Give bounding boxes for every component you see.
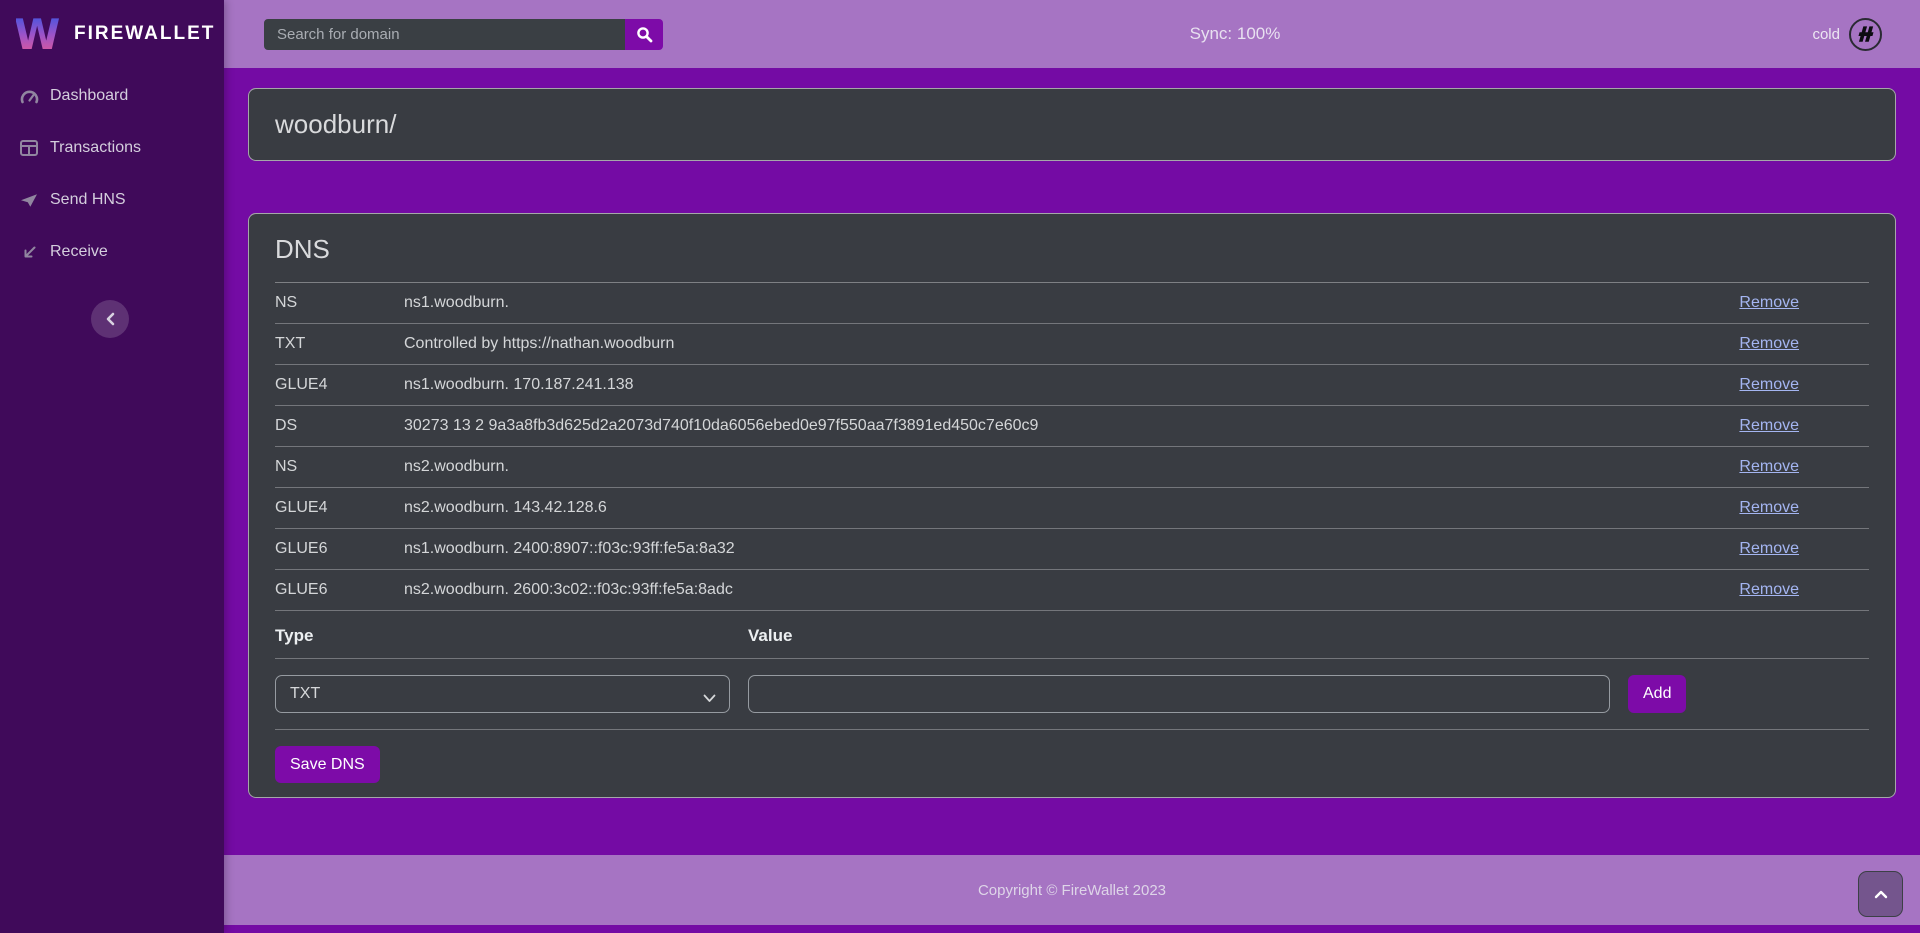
send-icon <box>18 193 40 208</box>
remove-record-link[interactable]: Remove <box>1739 540 1799 557</box>
value-column-header: Value <box>748 626 792 646</box>
dns-record-row: TXT Controlled by https://nathan.woodbur… <box>275 324 1869 365</box>
record-value-input[interactable] <box>748 675 1610 713</box>
dns-record-row: DS 30273 13 2 9a3a8fb3d625d2a2073d740f10… <box>275 406 1869 447</box>
handshake-logo-icon[interactable] <box>1849 18 1882 51</box>
sidebar-item-send-hns[interactable]: Send HNS <box>0 174 224 226</box>
record-type: TXT <box>275 335 404 353</box>
sidebar-item-label: Dashboard <box>50 87 128 105</box>
add-record-button[interactable]: Add <box>1628 675 1686 713</box>
main-area: Sync: 100% cold <box>224 0 1920 933</box>
brand-name: FIREWALLET <box>74 23 215 45</box>
dns-record-row: NS ns1.woodburn. Remove <box>275 283 1869 324</box>
sidebar-collapse-button[interactable] <box>91 300 129 338</box>
remove-record-link[interactable]: Remove <box>1739 499 1799 516</box>
copyright-text: Copyright © FireWallet 2023 <box>978 882 1166 899</box>
add-record-form: TXT Add <box>275 659 1869 730</box>
record-value: ns1.woodburn. 2400:8907::f03c:93ff:fe5a:… <box>404 540 1659 558</box>
record-type: GLUE4 <box>275 499 404 517</box>
sidebar-item-transactions[interactable]: Transactions <box>0 122 224 174</box>
sync-status: Sync: 100% <box>1190 24 1281 44</box>
wallet-name: cold <box>1812 26 1840 43</box>
record-type: GLUE6 <box>275 581 404 599</box>
remove-record-link[interactable]: Remove <box>1739 335 1799 352</box>
record-value: ns2.woodburn. 143.42.128.6 <box>404 499 1659 517</box>
dns-records-table: NS ns1.woodburn. Remove TXT Controlled b… <box>275 283 1869 611</box>
receive-arrow-icon <box>18 245 40 260</box>
remove-record-link[interactable]: Remove <box>1739 294 1799 311</box>
footer: Copyright © FireWallet 2023 <box>224 855 1920 925</box>
dns-section-title: DNS <box>275 234 1869 283</box>
record-value: ns1.woodburn. <box>404 294 1659 312</box>
sidebar: W FIREWALLET Dashboard <box>0 0 224 933</box>
add-record-header: Type Value <box>275 611 1869 659</box>
sidebar-item-dashboard[interactable]: Dashboard <box>0 70 224 122</box>
sidebar-item-label: Transactions <box>50 139 141 157</box>
record-value: ns1.woodburn. 170.187.241.138 <box>404 376 1659 394</box>
gauge-icon <box>18 88 40 105</box>
firewallet-logo-icon: W <box>16 13 62 55</box>
record-value: Controlled by https://nathan.woodburn <box>404 335 1659 353</box>
table-icon <box>18 140 40 156</box>
scroll-to-top-button[interactable] <box>1858 871 1903 917</box>
dns-record-row: GLUE6 ns2.woodburn. 2600:3c02::f03c:93ff… <box>275 570 1869 611</box>
svg-text:W: W <box>16 13 60 55</box>
record-type: NS <box>275 458 404 476</box>
sidebar-item-receive[interactable]: Receive <box>0 226 224 278</box>
record-value: 30273 13 2 9a3a8fb3d625d2a2073d740f10da6… <box>404 417 1659 435</box>
record-value: ns2.woodburn. 2600:3c02::f03c:93ff:fe5a:… <box>404 581 1659 599</box>
brand[interactable]: W FIREWALLET <box>0 0 224 68</box>
domain-search <box>264 19 663 50</box>
domain-name: woodburn/ <box>275 109 396 140</box>
record-value: ns2.woodburn. <box>404 458 1659 476</box>
save-dns-button[interactable]: Save DNS <box>275 746 380 783</box>
record-type: GLUE4 <box>275 376 404 394</box>
sidebar-nav: Dashboard Transactions S <box>0 68 224 278</box>
dns-record-row: NS ns2.woodburn. Remove <box>275 447 1869 488</box>
chevron-up-icon <box>1874 890 1888 899</box>
sidebar-item-label: Receive <box>50 243 108 261</box>
dns-record-row: GLUE4 ns2.woodburn. 143.42.128.6 Remove <box>275 488 1869 529</box>
content: woodburn/ DNS NS ns1.woodburn. Remove TX… <box>224 68 1920 855</box>
sidebar-item-label: Send HNS <box>50 191 126 209</box>
remove-record-link[interactable]: Remove <box>1739 376 1799 393</box>
dns-record-row: GLUE4 ns1.woodburn. 170.187.241.138 Remo… <box>275 365 1869 406</box>
remove-record-link[interactable]: Remove <box>1739 417 1799 434</box>
wallet-status: cold <box>1812 18 1882 51</box>
search-button[interactable] <box>625 19 663 50</box>
remove-record-link[interactable]: Remove <box>1739 458 1799 475</box>
app-window: W FIREWALLET Dashboard <box>0 0 1920 933</box>
chevron-down-icon <box>703 690 716 708</box>
chevron-left-icon <box>105 312 115 326</box>
dns-record-row: GLUE6 ns1.woodburn. 2400:8907::f03c:93ff… <box>275 529 1869 570</box>
type-column-header: Type <box>275 626 748 646</box>
selected-type: TXT <box>290 685 320 703</box>
topbar: Sync: 100% cold <box>224 0 1920 68</box>
record-type: DS <box>275 417 404 435</box>
dns-card: DNS NS ns1.woodburn. Remove TXT Controll… <box>248 213 1896 798</box>
domain-card: woodburn/ <box>248 88 1896 161</box>
record-type: NS <box>275 294 404 312</box>
search-input[interactable] <box>264 19 625 50</box>
remove-record-link[interactable]: Remove <box>1739 581 1799 598</box>
search-icon <box>636 26 653 43</box>
record-type: GLUE6 <box>275 540 404 558</box>
record-type-select[interactable]: TXT <box>275 675 730 713</box>
